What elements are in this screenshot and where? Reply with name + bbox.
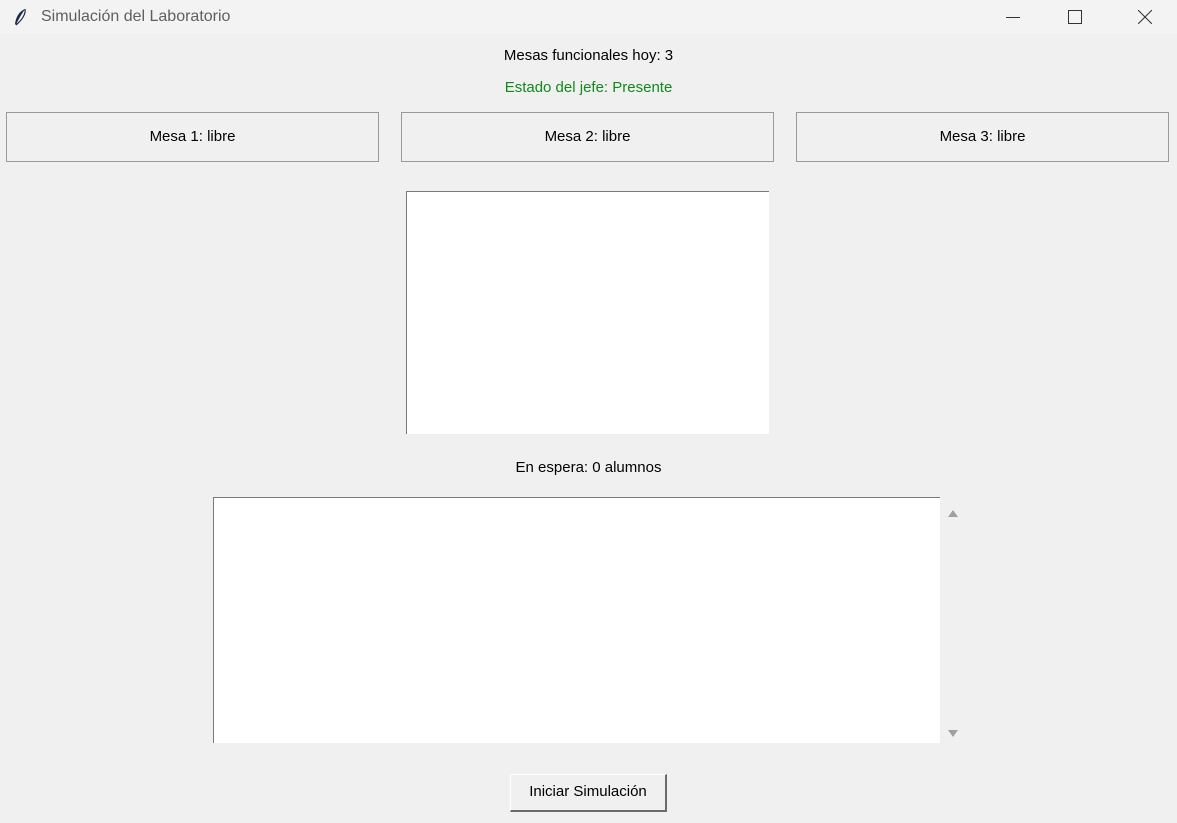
window-title: Simulación del Laboratorio xyxy=(41,8,231,25)
minimize-button[interactable] xyxy=(990,0,1036,34)
iniciar-simulacion-button[interactable]: Iniciar Simulación xyxy=(510,774,667,812)
mesa-2-button[interactable]: Mesa 2: libre xyxy=(401,112,774,162)
en-espera-label: En espera: 0 alumnos xyxy=(515,459,662,476)
lab-canvas xyxy=(406,191,769,434)
maximize-button[interactable] xyxy=(1052,0,1098,34)
title-bar[interactable]: Simulación del Laboratorio xyxy=(0,0,1177,34)
mesa-3-button[interactable]: Mesa 3: libre xyxy=(796,112,1169,162)
mesas-funcionales-label: Mesas funcionales hoy: 3 xyxy=(503,47,674,64)
feather-icon xyxy=(12,8,28,26)
log-scrollbar[interactable] xyxy=(941,497,965,743)
log-textarea[interactable] xyxy=(213,497,940,743)
minimize-icon xyxy=(1006,17,1020,18)
close-icon xyxy=(1138,10,1152,24)
scroll-up-arrow-icon[interactable] xyxy=(947,506,959,517)
mesa-1-button[interactable]: Mesa 1: libre xyxy=(6,112,379,162)
estado-jefe-label: Estado del jefe: Presente xyxy=(504,79,673,96)
close-button[interactable] xyxy=(1122,0,1168,34)
maximize-icon xyxy=(1068,10,1082,24)
app-window: Simulación del Laboratorio Mesas funcion… xyxy=(0,0,1177,823)
scroll-down-arrow-icon[interactable] xyxy=(947,725,959,737)
